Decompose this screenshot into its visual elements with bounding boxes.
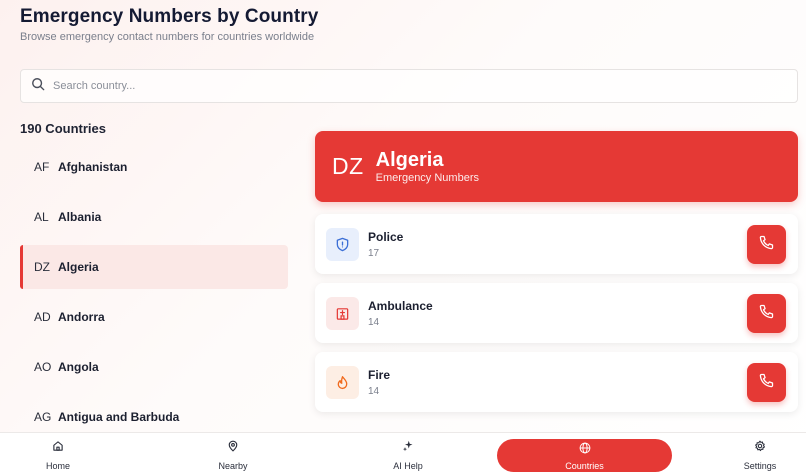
search-icon [31,77,45,96]
country-item-andorra[interactable]: AD Andorra [20,295,288,339]
country-code: AF [34,160,50,174]
nav-label: AI Help [393,460,423,471]
service-name: Fire [368,367,391,382]
country-list: AF Afghanistan AL Albania DZ Algeria AD … [20,145,288,445]
country-item-algeria[interactable]: DZ Algeria [20,245,288,289]
home-icon [52,439,64,457]
nav-label: Countries [565,460,604,471]
service-number: 17 [368,247,380,259]
phone-icon [758,303,775,323]
selected-country-banner: DZ Algeria Emergency Numbers [315,131,798,202]
country-name: Afghanistan [58,160,128,174]
service-card-ambulance: Ambulance 14 [315,283,798,343]
nav-nearby[interactable]: Nearby [208,433,258,475]
nav-home[interactable]: Home [33,433,83,475]
country-name: Antigua and Barbuda [58,410,180,424]
country-item-albania[interactable]: AL Albania [20,195,288,239]
shield-icon [326,227,359,261]
country-item-angola[interactable]: AO Angola [20,345,288,389]
country-name: Andorra [58,310,105,324]
location-pin-icon [227,439,239,457]
country-name: Algeria [58,260,99,274]
country-name: Angola [58,360,99,374]
call-ambulance-button[interactable] [747,293,786,333]
gear-icon [754,439,766,457]
nav-label: Home [45,460,70,471]
selected-country-name: Algeria [375,149,444,171]
country-code: AO [34,360,52,374]
phone-icon [758,234,775,254]
nav-label: Nearby [218,460,248,471]
nav-ai-help[interactable]: AI Help [383,433,433,475]
page-title: Emergency Numbers by Country [20,6,319,27]
page-header: Emergency Numbers by Country Browse emer… [20,6,318,43]
country-code: AD [34,310,51,324]
service-number: 14 [368,316,380,328]
page-subtitle: Browse emergency contact numbers for cou… [20,31,315,43]
search-bar[interactable] [20,69,798,103]
fire-icon [326,365,359,399]
service-card-fire: Fire 14 [315,352,798,412]
country-code: AG [34,410,52,424]
phone-icon [758,372,775,392]
search-input[interactable] [53,80,753,92]
country-count: 190 Countries [20,121,106,136]
service-name: Ambulance [368,298,433,313]
country-code: DZ [34,260,50,274]
country-name: Albania [58,210,102,224]
service-name: Police [368,229,404,244]
ambulance-icon [326,296,359,330]
nav-settings[interactable]: Settings [735,433,785,475]
call-police-button[interactable] [747,224,786,264]
nav-countries[interactable]: Countries [497,439,672,472]
service-number: 14 [368,385,380,397]
nav-label: Settings [743,460,777,471]
country-item-afghanistan[interactable]: AF Afghanistan [20,145,288,189]
service-card-police: Police 17 [315,214,798,274]
call-fire-button[interactable] [747,362,786,402]
country-code: AL [34,210,49,224]
selected-country-subtitle: Emergency Numbers [375,172,479,184]
bottom-navigation: Home Nearby AI Help Countries Settings [0,432,806,475]
sparkles-icon [402,439,414,457]
globe-icon [579,441,591,459]
selected-country-code: DZ [332,153,364,179]
